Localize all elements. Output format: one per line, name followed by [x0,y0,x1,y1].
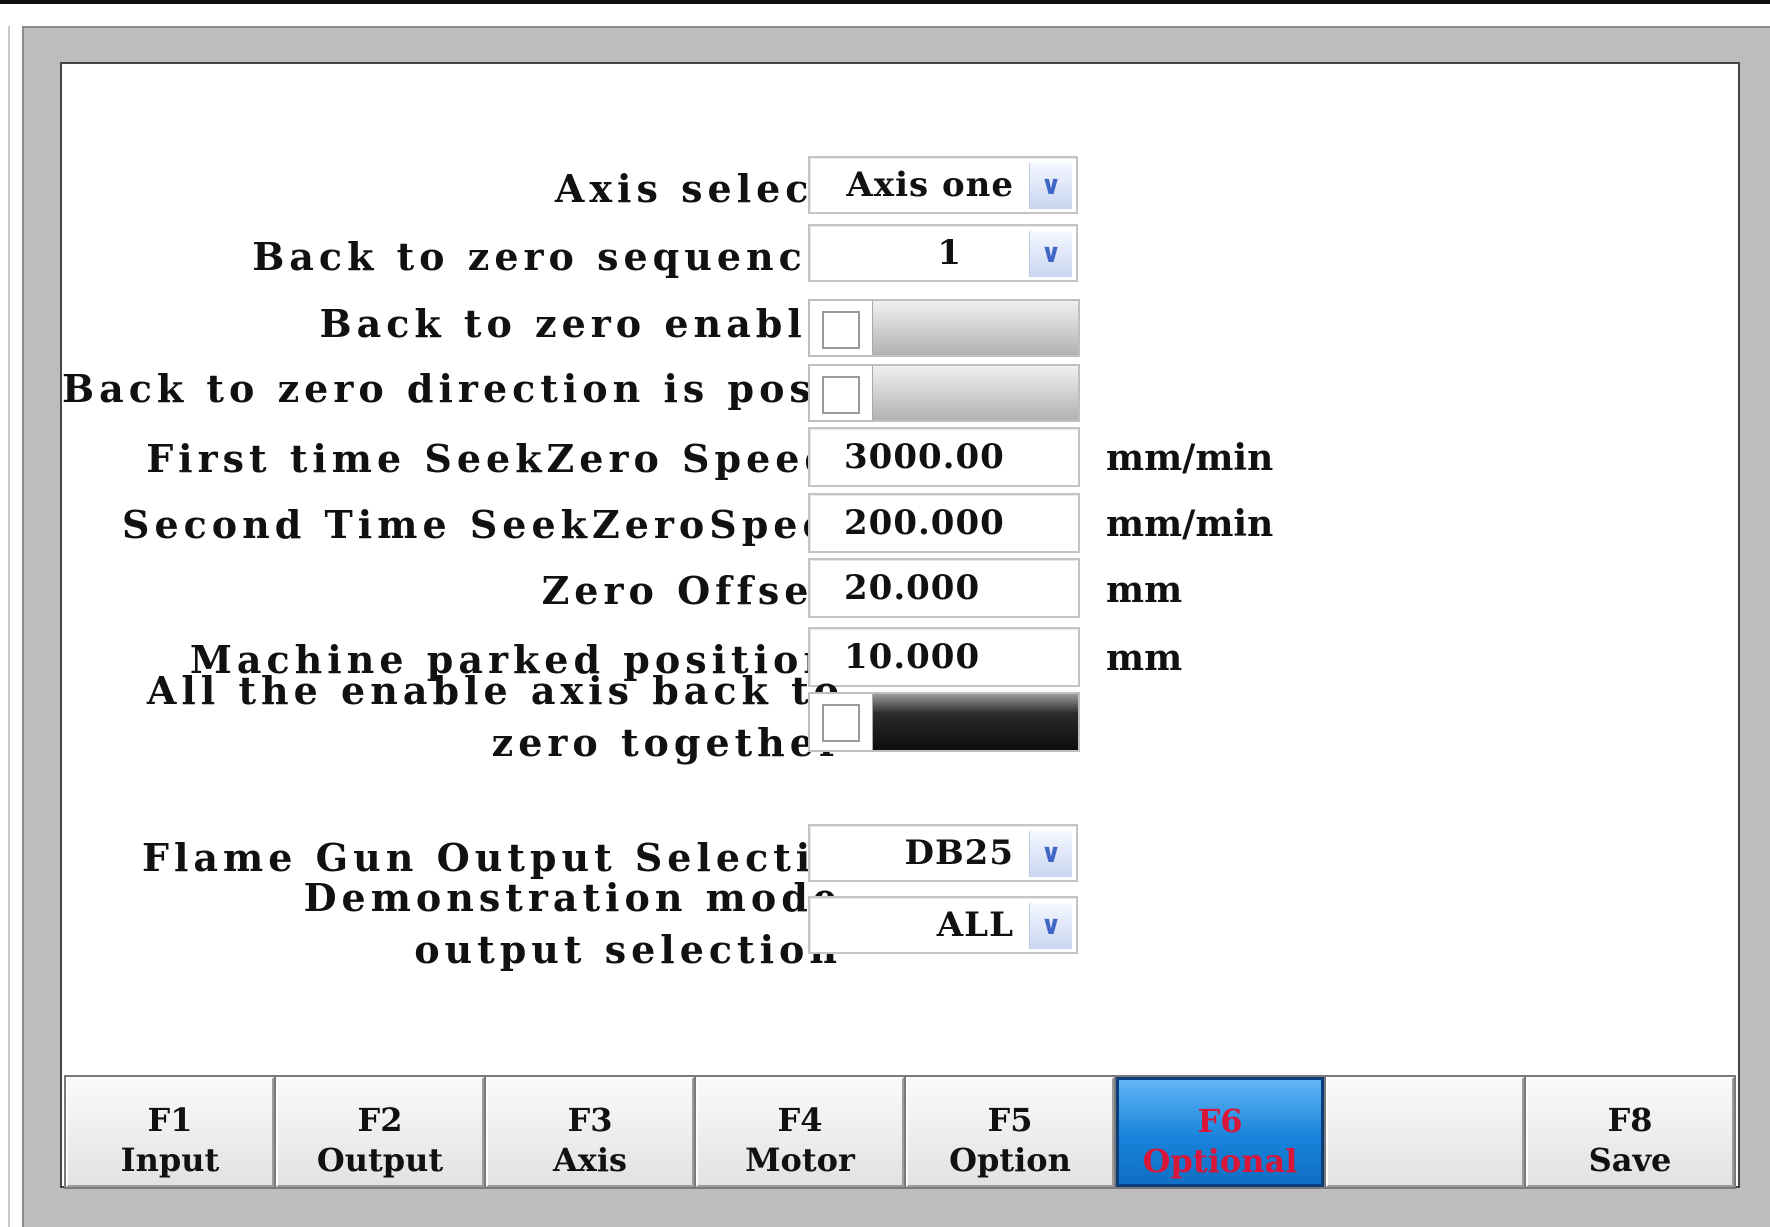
fkey-code: F1 [147,1101,193,1139]
flame-gun-output-dropdown[interactable]: DB25 ∨ [808,824,1078,882]
function-key-bar: F1 Input F2 Output F3 Axis F4 Motor F5 O… [64,1075,1736,1189]
back-to-zero-enable-checkbox[interactable] [808,299,1080,357]
f6-optional-button[interactable]: F6 Optional [1116,1077,1324,1187]
back-to-zero-enable-label: Back to zero enable [319,301,836,346]
zero-offset-input[interactable]: 20.000 [808,558,1080,618]
fkey-label: Option [949,1141,1071,1179]
checkbox-box[interactable] [822,376,860,414]
chevron-down-icon[interactable]: ∨ [1029,231,1072,277]
zero-offset-label: Zero Offset [541,568,836,613]
second-seek-speed-value: 200.000 [844,503,1005,543]
checkbox-box[interactable] [822,311,860,349]
fkey-code: F8 [1607,1101,1653,1139]
fkey-label: Axis [552,1141,628,1179]
second-seek-speed-input[interactable]: 200.000 [808,493,1080,553]
fkey-label: Save [1588,1141,1672,1179]
chevron-down-icon[interactable]: ∨ [1029,163,1072,209]
chevron-down-icon[interactable]: ∨ [1029,831,1072,877]
window-top-border [0,0,1770,4]
parked-position-input[interactable]: 10.000 [808,627,1080,687]
f1-input-button[interactable]: F1 Input [66,1077,274,1187]
fkey-code: F3 [567,1101,613,1139]
demo-mode-output-dropdown[interactable]: ALL ∨ [808,896,1078,954]
back-to-zero-sequence-label: Back to zero sequence [252,234,836,279]
empty-function-button[interactable] [1326,1077,1524,1187]
fkey-code: F2 [357,1101,403,1139]
checkbox-bar [872,366,1078,420]
first-seek-speed-input[interactable]: 3000.00 [808,427,1080,487]
back-to-zero-sequence-dropdown[interactable]: 1 ∨ [808,224,1078,282]
fkey-code: F5 [987,1101,1033,1139]
f3-axis-button[interactable]: F3 Axis [486,1077,694,1187]
all-axis-together-checkbox[interactable] [808,692,1080,752]
demo-mode-output-label: Demonstration mode output selection [303,875,842,972]
axis-select-label: Axis select [554,166,836,211]
f2-output-button[interactable]: F2 Output [276,1077,484,1187]
window-left-border [8,26,10,1227]
settings-panel: Axis select Axis one ∨ Back to zero sequ… [60,62,1740,1188]
fkey-code: F6 [1197,1102,1243,1140]
back-to-zero-sequence-value: 1 [937,233,962,273]
f5-option-button[interactable]: F5 Option [906,1077,1114,1187]
axis-select-dropdown[interactable]: Axis one ∨ [808,156,1078,214]
fkey-label: Motor [745,1141,855,1179]
checkbox-box[interactable] [822,704,860,742]
parked-position-value: 10.000 [844,637,981,677]
fkey-label: Input [120,1141,220,1179]
f4-motor-button[interactable]: F4 Motor [696,1077,904,1187]
demo-mode-output-value: ALL [936,905,1014,945]
zero-offset-value: 20.000 [844,568,981,608]
second-seek-speed-label: Second Time SeekZeroSpeed [122,502,864,547]
fkey-code: F4 [777,1101,823,1139]
first-seek-speed-label: First time SeekZero Speed [146,436,836,481]
fkey-label: Optional [1142,1142,1298,1180]
checkbox-bar [872,694,1078,750]
checkbox-bar [872,301,1078,355]
back-to-zero-direction-label: Back to zero direction is positi [62,367,808,411]
all-axis-together-label: All the enable axis back to zero togethe… [146,668,844,765]
chevron-down-icon[interactable]: ∨ [1029,903,1072,949]
first-seek-speed-value: 3000.00 [844,437,1005,477]
back-to-zero-direction-checkbox[interactable] [808,364,1080,422]
f8-save-button[interactable]: F8 Save [1526,1077,1734,1187]
fkey-label: Output [316,1141,444,1179]
axis-select-value: Axis one [846,165,1014,205]
parked-position-unit: mm [1106,637,1183,679]
first-seek-speed-unit: mm/min [1106,437,1274,479]
second-seek-speed-unit: mm/min [1106,503,1274,545]
zero-offset-unit: mm [1106,569,1183,611]
